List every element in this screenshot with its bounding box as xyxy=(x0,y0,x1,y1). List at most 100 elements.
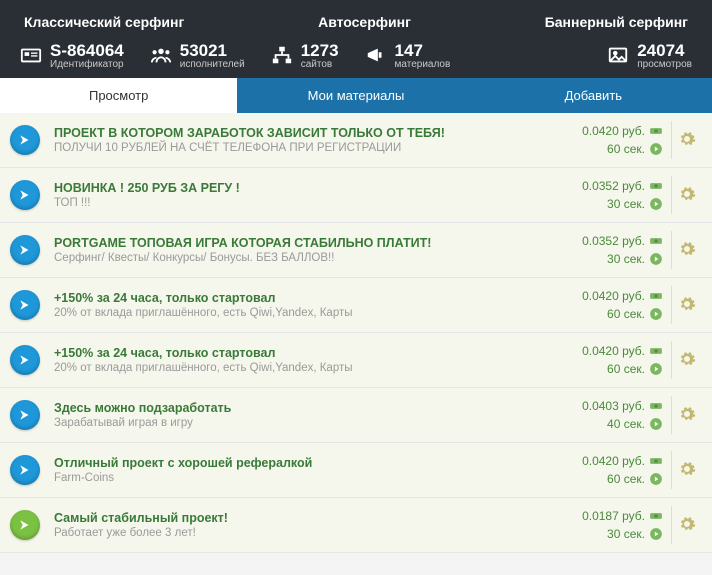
row-action[interactable] xyxy=(671,396,702,434)
task-list: ПРОЕКТ В КОТОРОМ ЗАРАБОТОК ЗАВИСИТ ТОЛЬК… xyxy=(0,113,712,553)
play-icon xyxy=(649,472,663,486)
row-action[interactable] xyxy=(671,341,702,379)
stat-materials-label: материалов xyxy=(395,59,451,70)
play-icon xyxy=(649,417,663,431)
row-subtitle: 20% от вклада приглашённого, есть Qiwi,Y… xyxy=(54,307,553,319)
row-action[interactable] xyxy=(671,451,702,489)
row-title[interactable]: Здесь можно подзаработать xyxy=(54,401,553,415)
row-price: 0.0420 руб. xyxy=(582,452,645,470)
stat-exec-label: исполнителей xyxy=(180,59,245,70)
money-icon xyxy=(649,509,663,523)
list-item[interactable]: ПРОЕКТ В КОТОРОМ ЗАРАБОТОК ЗАВИСИТ ТОЛЬК… xyxy=(0,113,712,168)
people-icon xyxy=(150,44,172,69)
row-price: 0.0352 руб. xyxy=(582,177,645,195)
play-icon xyxy=(649,252,663,266)
list-item[interactable]: +150% за 24 часа, только стартовал20% от… xyxy=(0,333,712,388)
row-meta: 0.0352 руб.30 сек. xyxy=(553,177,663,213)
money-icon xyxy=(649,344,663,358)
tab-my[interactable]: Мои материалы xyxy=(237,78,474,113)
cursor-icon xyxy=(10,125,40,155)
row-subtitle: Зарабатывай играя в игру xyxy=(54,417,553,429)
row-action[interactable] xyxy=(671,286,702,324)
money-icon xyxy=(649,454,663,468)
row-action[interactable] xyxy=(671,121,702,159)
row-main: Отличный проект с хорошей рефералкой Farm… xyxy=(54,456,553,484)
row-title[interactable]: НОВИНКА ! 250 РУБ ЗА РЕГУ ! xyxy=(54,181,553,195)
row-title[interactable]: Отличный проект с хорошей рефералкой xyxy=(54,456,553,470)
row-action[interactable] xyxy=(671,176,702,214)
stat-views: 24074 просмотров xyxy=(607,42,692,70)
row-subtitle: Серфинг/ Квесты/ Конкурсы/ Бонусы. БЕЗ Б… xyxy=(54,252,553,264)
row-subtitle: Farm-Coins xyxy=(54,472,553,484)
stat-sites-label: сайтов xyxy=(301,59,339,70)
top-tab-classic[interactable]: Классический серфинг xyxy=(24,14,184,30)
row-title[interactable]: PORTGAME ТОПОВАЯ ИГРА КОТОРАЯ СТАБИЛЬНО … xyxy=(54,236,553,250)
list-item[interactable]: НОВИНКА ! 250 РУБ ЗА РЕГУ !ТОП !!!0.0352… xyxy=(0,168,712,223)
top-tab-auto[interactable]: Автосерфинг xyxy=(318,14,411,30)
row-title[interactable]: +150% за 24 часа, только стартовал xyxy=(54,346,553,360)
row-time: 30 сек. xyxy=(607,195,645,213)
row-price: 0.0420 руб. xyxy=(582,287,645,305)
app-root: Классический серфинг Автосерфинг Баннерн… xyxy=(0,0,712,553)
row-subtitle: Работает уже более 3 лет! xyxy=(54,527,553,539)
tab-view[interactable]: Просмотр xyxy=(0,78,237,113)
row-subtitle: ПОЛУЧИ 10 РУБЛЕЙ НА СЧЁТ ТЕЛЕФОНА ПРИ РЕ… xyxy=(54,142,553,154)
row-main: НОВИНКА ! 250 РУБ ЗА РЕГУ ! ТОП !!! xyxy=(54,181,553,209)
list-item[interactable]: PORTGAME ТОПОВАЯ ИГРА КОТОРАЯ СТАБИЛЬНО … xyxy=(0,223,712,278)
gear-icon xyxy=(678,405,696,426)
row-main: +150% за 24 часа, только стартовал20% от… xyxy=(54,346,553,374)
stats-row: S-864064 Идентификатор 53021 исполнителе… xyxy=(16,30,696,78)
top-tab-banner[interactable]: Баннерный серфинг xyxy=(545,14,688,30)
list-item[interactable]: Отличный проект с хорошей рефералкой Farm… xyxy=(0,443,712,498)
tab-add[interactable]: Добавить xyxy=(475,78,712,113)
stat-id-label: Идентификатор xyxy=(50,59,124,70)
money-icon xyxy=(649,289,663,303)
list-item[interactable]: Здесь можно подзаработать Зарабатывай игр… xyxy=(0,388,712,443)
money-icon xyxy=(649,234,663,248)
row-time: 30 сек. xyxy=(607,250,645,268)
row-meta: 0.0403 руб.40 сек. xyxy=(553,397,663,433)
stat-exec: 53021 исполнителей xyxy=(150,42,245,70)
gear-icon xyxy=(678,460,696,481)
row-meta: 0.0420 руб.60 сек. xyxy=(553,342,663,378)
row-meta: 0.0420 руб.60 сек. xyxy=(553,122,663,158)
row-time: 60 сек. xyxy=(607,305,645,323)
cursor-icon xyxy=(10,290,40,320)
row-main: Самый стабильный проект! Работает уже бол… xyxy=(54,511,553,539)
stat-exec-value: 53021 xyxy=(180,42,245,59)
stat-views-value: 24074 xyxy=(637,42,692,59)
row-main: ПРОЕКТ В КОТОРОМ ЗАРАБОТОК ЗАВИСИТ ТОЛЬК… xyxy=(54,126,553,154)
stat-materials-value: 147 xyxy=(395,42,451,59)
list-item[interactable]: Самый стабильный проект! Работает уже бол… xyxy=(0,498,712,553)
gear-icon xyxy=(678,295,696,316)
row-title[interactable]: ПРОЕКТ В КОТОРОМ ЗАРАБОТОК ЗАВИСИТ ТОЛЬК… xyxy=(54,126,553,140)
row-action[interactable] xyxy=(671,231,702,269)
stat-id: S-864064 Идентификатор xyxy=(20,42,124,70)
stat-id-value: S-864064 xyxy=(50,42,124,59)
play-icon xyxy=(649,197,663,211)
row-action[interactable] xyxy=(671,506,702,544)
play-icon xyxy=(649,142,663,156)
sitemap-icon xyxy=(271,44,293,69)
play-icon xyxy=(649,362,663,376)
play-icon xyxy=(649,527,663,541)
row-price: 0.0420 руб. xyxy=(582,122,645,140)
gear-icon xyxy=(678,350,696,371)
row-title[interactable]: Самый стабильный проект! xyxy=(54,511,553,525)
row-main: +150% за 24 часа, только стартовал 20% от… xyxy=(54,291,553,319)
stat-materials: 147 материалов xyxy=(365,42,451,70)
row-price: 0.0187 руб. xyxy=(582,507,645,525)
row-meta: 0.0420 руб.60 сек. xyxy=(553,452,663,488)
gear-icon xyxy=(678,130,696,151)
row-price: 0.0403 руб. xyxy=(582,397,645,415)
top-tabs: Классический серфинг Автосерфинг Баннерн… xyxy=(16,0,696,30)
list-item[interactable]: +150% за 24 часа, только стартовал 20% от… xyxy=(0,278,712,333)
row-subtitle: ТОП !!! xyxy=(54,197,553,209)
row-time: 30 сек. xyxy=(607,525,645,543)
cursor-icon xyxy=(10,345,40,375)
gear-icon xyxy=(678,240,696,261)
stat-sites: 1273 сайтов xyxy=(271,42,339,70)
row-title[interactable]: +150% за 24 часа, только стартовал xyxy=(54,291,553,305)
money-icon xyxy=(649,124,663,138)
gear-icon xyxy=(678,185,696,206)
